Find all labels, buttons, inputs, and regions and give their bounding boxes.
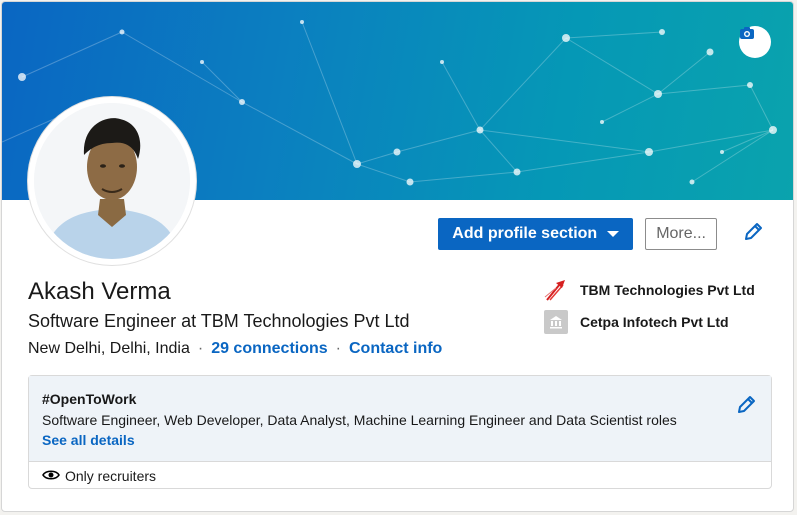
- company-item-cetpa[interactable]: Cetpa Infotech Pvt Ltd: [544, 310, 755, 334]
- eye-icon: [42, 468, 60, 484]
- tbm-logo-icon: [544, 278, 568, 302]
- caret-down-icon: [607, 231, 620, 237]
- experience-summary: TBM Technologies Pvt Ltd Cetpa Infotech …: [544, 278, 755, 342]
- company-item-tbm[interactable]: TBM Technologies Pvt Ltd: [544, 278, 755, 302]
- edit-intro-button[interactable]: [737, 218, 769, 250]
- open-to-work-title: #OpenToWork: [42, 391, 137, 407]
- profile-card: Add profile section More... Akash Verma …: [1, 1, 794, 512]
- company-name: Cetpa Infotech Pvt Ltd: [580, 314, 729, 330]
- pencil-icon: [735, 396, 757, 420]
- avatar: [34, 103, 190, 259]
- profile-location: New Delhi, Delhi, India: [28, 340, 190, 357]
- visibility-label: Only recruiters: [65, 468, 157, 484]
- building-icon: [544, 310, 568, 334]
- edit-open-to-work-button[interactable]: [735, 394, 757, 421]
- open-to-work-details: #OpenToWork Software Engineer, Web Devel…: [29, 376, 771, 462]
- more-button[interactable]: More...: [645, 218, 717, 250]
- profile-headline: Software Engineer at TBM Technologies Pv…: [28, 311, 410, 331]
- add-profile-section-button[interactable]: Add profile section: [438, 218, 634, 250]
- pencil-icon: [742, 221, 764, 248]
- separator-dot: ·: [197, 340, 204, 357]
- see-all-details-link[interactable]: See all details: [42, 432, 135, 448]
- profile-photo[interactable]: [28, 97, 196, 265]
- visibility-row: Only recruiters: [42, 468, 156, 484]
- add-profile-section-label: Add profile section: [452, 225, 598, 242]
- open-to-work-roles: Software Engineer, Web Developer, Data A…: [42, 412, 677, 428]
- separator-dot: ·: [335, 340, 341, 357]
- company-name: TBM Technologies Pvt Ltd: [580, 282, 755, 298]
- profile-actions: Add profile section More...: [438, 218, 769, 250]
- profile-meta: New Delhi, Delhi, India · 29 connections…: [28, 340, 442, 358]
- camera-button[interactable]: [739, 26, 771, 58]
- contact-info-link[interactable]: Contact info: [349, 340, 442, 358]
- profile-name: Akash Verma: [28, 278, 171, 305]
- open-to-work-card: #OpenToWork Software Engineer, Web Devel…: [28, 375, 772, 489]
- connections-link[interactable]: 29 connections: [211, 340, 327, 358]
